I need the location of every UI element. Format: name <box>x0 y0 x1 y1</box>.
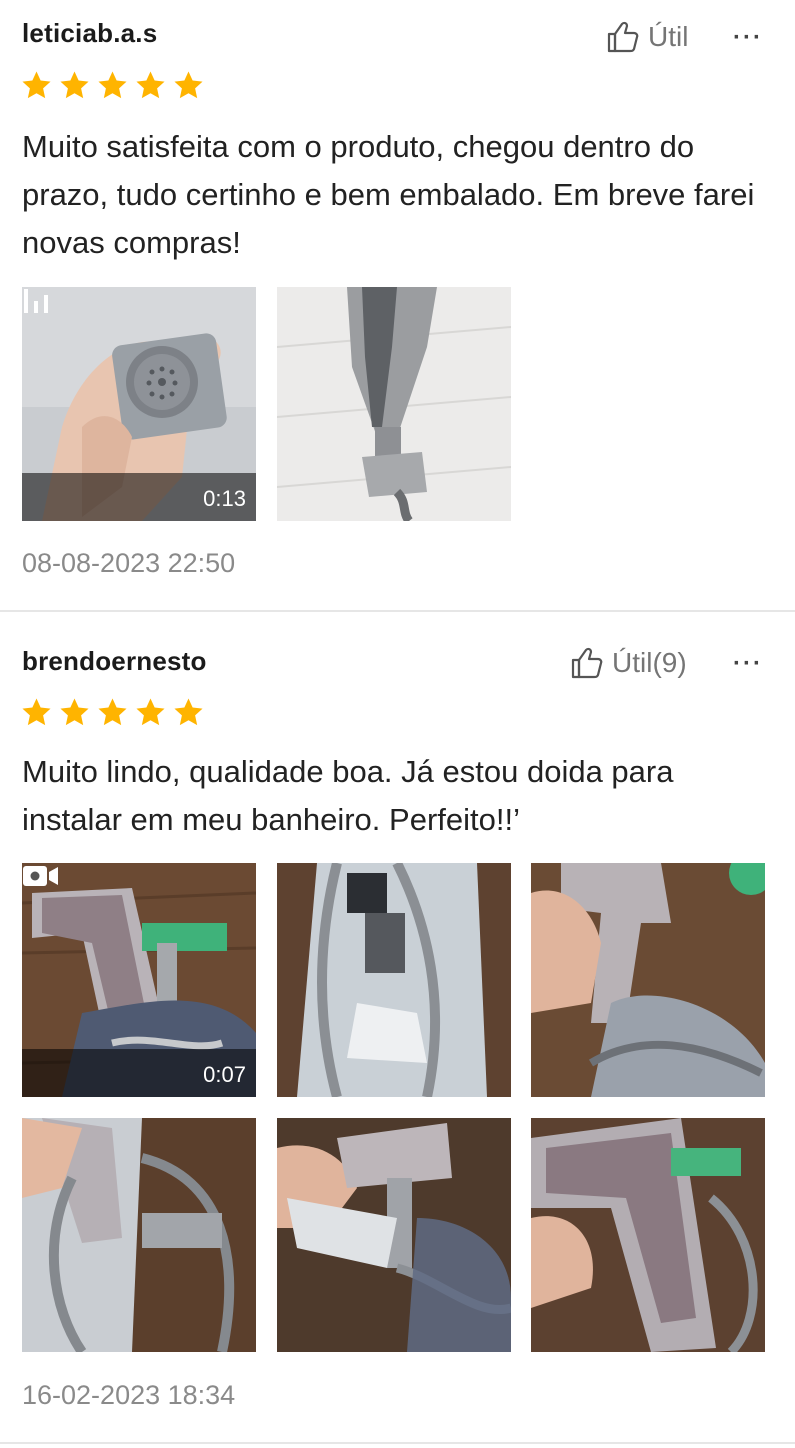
review-comment: Muito lindo, qualidade boa. Já estou doi… <box>22 754 674 837</box>
review-video-thumbnail[interactable]: 0:13 <box>22 287 256 521</box>
star-icon <box>60 71 89 99</box>
video-camera-icon <box>23 866 58 886</box>
review-comment: Muito satisfeita com o produto, chegou d… <box>22 129 755 260</box>
reviewer-username[interactable]: leticiab.a.s <box>22 18 157 49</box>
review-photo-thumbnail[interactable] <box>277 863 511 1097</box>
star-icon <box>136 71 165 99</box>
thumbs-up-icon <box>571 647 603 679</box>
more-options-button[interactable]: ··· <box>733 650 763 678</box>
audio-bars-icon <box>24 289 48 313</box>
helpful-button[interactable]: Útil <box>606 20 688 54</box>
review-timestamp: 16-02-2023 18:34 <box>22 1380 236 1410</box>
review-photo-thumbnail[interactable] <box>531 863 765 1097</box>
star-icon <box>98 71 127 99</box>
review-divider <box>0 1442 795 1444</box>
star-rating <box>20 696 205 729</box>
helpful-button[interactable]: Útil(9) <box>570 646 687 680</box>
star-icon <box>136 698 165 726</box>
star-rating <box>20 69 205 102</box>
review-photo-thumbnail[interactable] <box>277 1118 511 1352</box>
reviewer-username[interactable]: brendoernesto <box>22 646 207 677</box>
review-timestamp: 08-08-2023 22:50 <box>22 548 236 578</box>
video-duration: 0:13 <box>203 486 246 511</box>
star-icon <box>98 698 127 726</box>
review-photo-thumbnail[interactable] <box>277 287 511 521</box>
review-divider <box>0 610 795 612</box>
more-options-button[interactable]: ··· <box>733 24 763 52</box>
star-icon <box>22 698 51 726</box>
helpful-label: Útil <box>648 21 689 52</box>
star-icon <box>22 71 51 99</box>
star-icon <box>174 71 203 99</box>
star-icon <box>174 698 203 726</box>
helpful-label: Útil(9) <box>612 647 687 678</box>
star-icon <box>60 698 89 726</box>
review-photo-thumbnail[interactable] <box>531 1118 765 1352</box>
review-card: leticiab.a.s Útil ··· Muito satisfeita c… <box>0 0 795 611</box>
video-duration: 0:07 <box>203 1062 246 1087</box>
review-card: brendoernesto Útil(9) ··· Muito lindo, q… <box>0 613 795 1448</box>
review-photo-thumbnail[interactable] <box>22 1118 256 1352</box>
thumbs-up-icon <box>607 21 639 53</box>
review-video-thumbnail[interactable]: 0:07 <box>22 863 256 1097</box>
